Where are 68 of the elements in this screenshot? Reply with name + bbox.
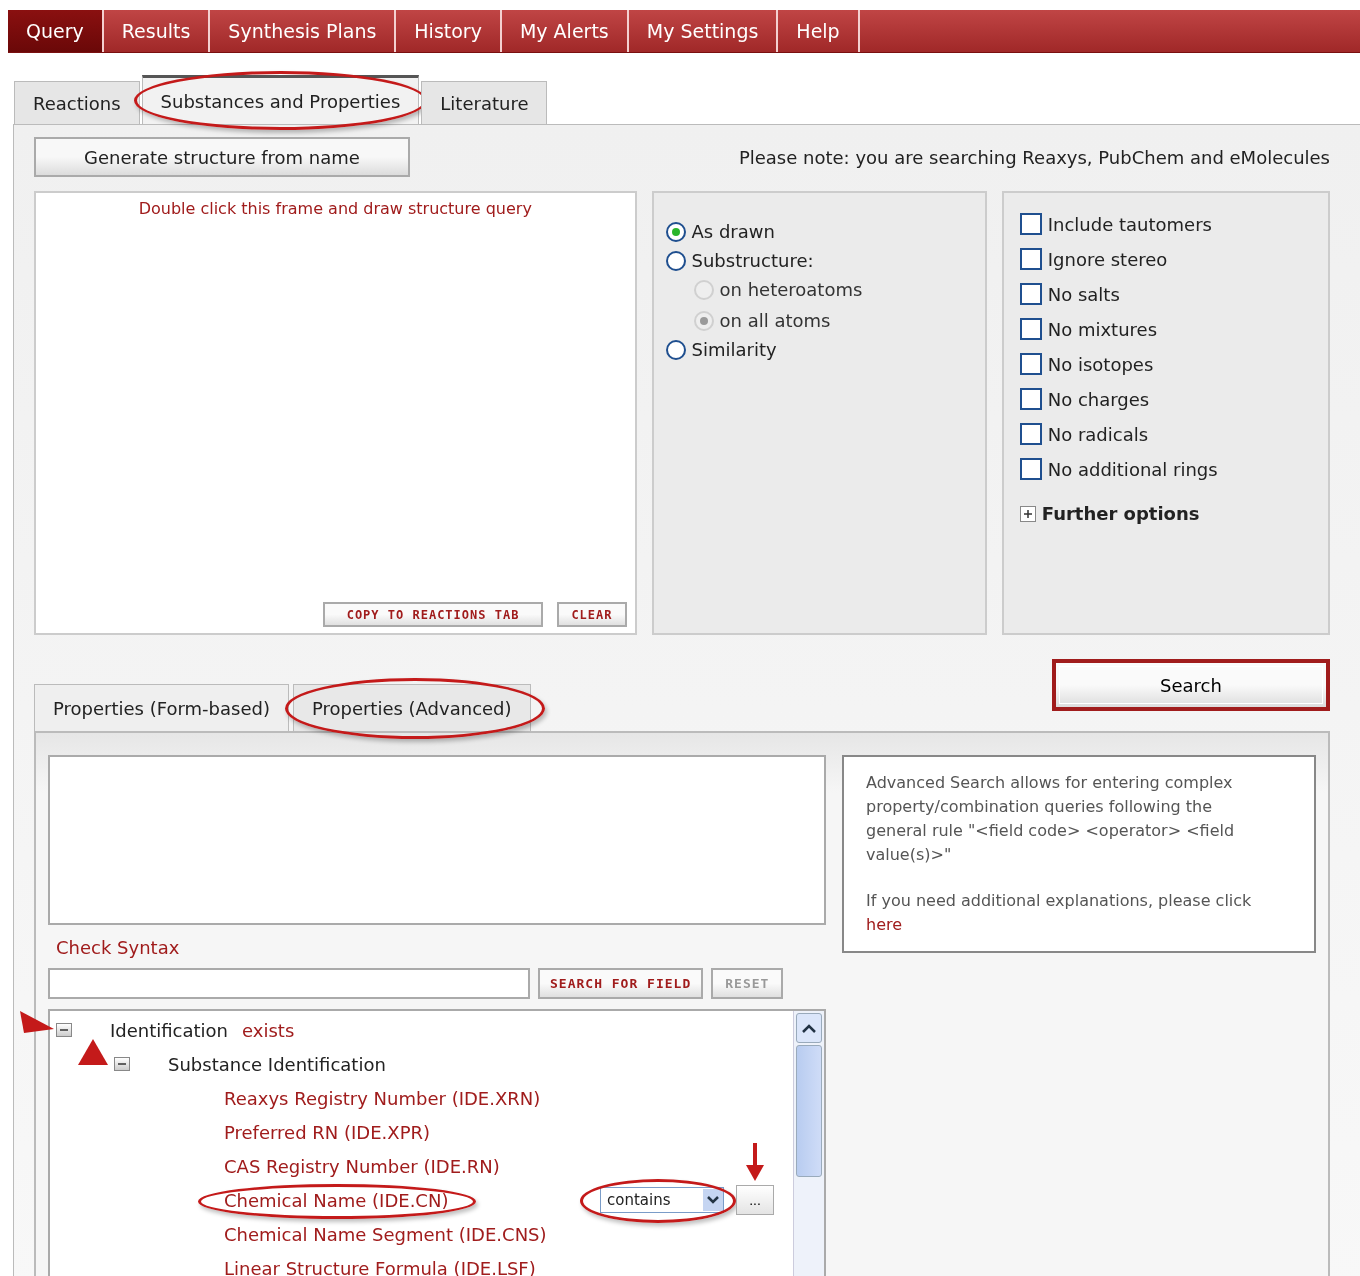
- nav-tab[interactable]: Synthesis Plans: [210, 10, 397, 52]
- query-input-field[interactable]: [48, 755, 826, 925]
- nav-tab[interactable]: History: [396, 10, 502, 52]
- field-search-input[interactable]: [48, 968, 530, 999]
- collapse-icon[interactable]: [56, 1023, 72, 1037]
- field-button[interactable]: SEARCH FOR FIELD: [538, 968, 704, 999]
- expand-icon[interactable]: [1019, 505, 1036, 522]
- option-label: Substructure:: [691, 250, 814, 271]
- tree-item[interactable]: Reaxys Registry Number (IDE.XRN): [224, 1087, 541, 1109]
- tree-item[interactable]: Chemical Name Segment (IDE.CNS): [224, 1223, 547, 1245]
- scroll-thumb[interactable]: [796, 1045, 822, 1177]
- check-syntax-link[interactable]: Check Syntax: [56, 937, 826, 958]
- operator-dropdown[interactable]: contains: [600, 1187, 724, 1213]
- scroll-up-icon[interactable]: [796, 1013, 822, 1043]
- option-label: Include tautomers: [1047, 213, 1212, 235]
- tab[interactable]: Literature: [421, 81, 548, 124]
- radio-button[interactable]: [665, 339, 686, 360]
- checkbox[interactable]: [1019, 388, 1042, 410]
- option-label: Similarity: [691, 339, 777, 360]
- option-label: No radicals: [1047, 423, 1149, 445]
- nav-tab[interactable]: My Alerts: [501, 10, 629, 52]
- checkbox[interactable]: [1019, 283, 1042, 305]
- checkbox[interactable]: [1019, 213, 1042, 235]
- nav-tab[interactable]: Query: [8, 10, 104, 52]
- nav-tab[interactable]: Results: [103, 10, 211, 52]
- search-note: Please note: you are searching Reaxys, PubChem and eMolecules: [738, 146, 1330, 168]
- tab[interactable]: Properties (Form-based): [34, 684, 289, 731]
- editor-hint: Double click this frame and draw structure query: [138, 199, 532, 218]
- tree-item[interactable]: Identification: [110, 1019, 229, 1041]
- checkbox[interactable]: [1019, 248, 1042, 270]
- checkbox[interactable]: [1019, 318, 1042, 340]
- scrollbar[interactable]: [793, 1011, 824, 1276]
- collapse-icon[interactable]: [114, 1057, 130, 1071]
- option-label: No salts: [1047, 283, 1120, 305]
- search-button[interactable]: Search: [1052, 659, 1330, 711]
- further-options-toggle[interactable]: Further options: [1041, 503, 1200, 524]
- editor-button[interactable]: CLEAR: [557, 602, 627, 627]
- option-label: No charges: [1047, 388, 1150, 410]
- tab[interactable]: Reactions: [14, 81, 140, 124]
- tree-item[interactable]: Chemical Name (IDE.CN): [224, 1189, 449, 1211]
- checkbox[interactable]: [1019, 423, 1042, 445]
- editor-button[interactable]: COPY TO REACTIONS TAB: [322, 602, 544, 627]
- option-label: on all atoms: [719, 310, 831, 331]
- option-label: No mixtures: [1047, 318, 1158, 340]
- option-label: Ignore stereo: [1047, 248, 1168, 270]
- structure-editor[interactable]: Double click this frame and draw structure query COPY TO REACTIONS TAB CLEAR: [34, 191, 637, 635]
- tree-item[interactable]: Preferred RN (IDE.XPR): [224, 1121, 431, 1143]
- help-text: Advanced Search allows for entering complex property/combination queries following the general rule "<field code> <operator> <field value(s)>": [866, 772, 1236, 866]
- option-label: No isotopes: [1047, 353, 1154, 375]
- checkbox[interactable]: [1019, 353, 1042, 375]
- nav-tab[interactable]: Help: [778, 10, 860, 52]
- option-label: As drawn: [691, 221, 775, 242]
- radio-button[interactable]: [665, 221, 686, 242]
- radio-button[interactable]: [665, 250, 686, 271]
- option-label: No additional rings: [1047, 458, 1218, 480]
- option-label: on heteroatoms: [719, 279, 863, 300]
- tree-item[interactable]: Linear Structure Formula (IDE.LSF): [224, 1257, 536, 1276]
- help-link[interactable]: here: [866, 915, 903, 934]
- checkbox[interactable]: [1019, 458, 1042, 480]
- tree-item-status: exists: [242, 1019, 295, 1041]
- tree-item[interactable]: CAS Registry Number (IDE.RN): [224, 1155, 500, 1177]
- tab[interactable]: Substances and Properties: [141, 75, 420, 124]
- tree-item[interactable]: Substance Identification: [168, 1053, 386, 1075]
- tab[interactable]: Properties (Advanced): [292, 684, 531, 731]
- more-button[interactable]: ...: [736, 1185, 774, 1215]
- help-text: If you need additional explanations, please click here: [866, 890, 1253, 936]
- nav-tab[interactable]: My Settings: [628, 10, 779, 52]
- generate-structure-button[interactable]: Generate structure from name: [34, 137, 410, 177]
